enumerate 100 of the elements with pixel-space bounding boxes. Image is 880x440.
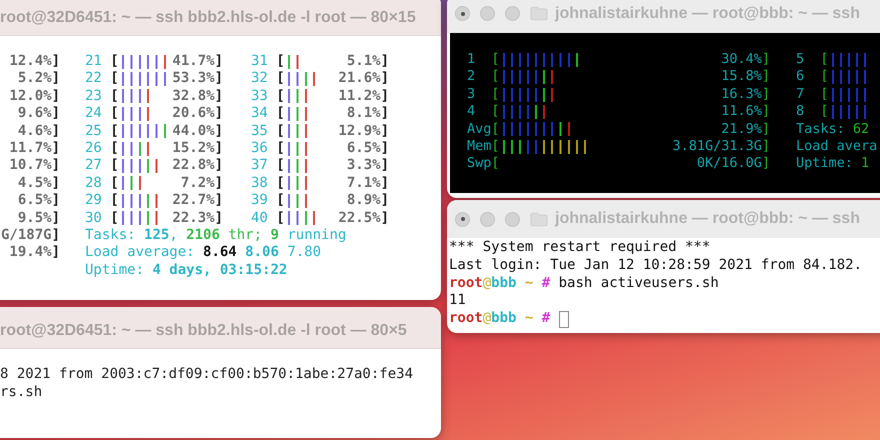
meter-bracket: [ [110, 122, 119, 140]
core-label: 3 [467, 86, 476, 104]
core-label: 8 [796, 103, 806, 121]
meter-bracket: ] [214, 122, 223, 140]
meter-bracket: [ [820, 68, 829, 86]
usage-percent: 30.4% [721, 51, 762, 68]
meter-bracket: [ [820, 103, 829, 121]
core-label: 36 [251, 140, 268, 158]
meter-bracket: [ [491, 155, 500, 173]
meter-bracket: [ [276, 122, 285, 140]
window-control-button[interactable] [455, 212, 470, 226]
core-label: 5 [796, 51, 806, 68]
status-line: Tasks: 62 [796, 120, 870, 138]
core-label: 40 [251, 210, 268, 227]
core-label: 28 [85, 174, 102, 192]
core-label: 29 [85, 192, 102, 210]
usage-reading: 19.4%] [8, 244, 60, 262]
usage-reading: 10.7%] [8, 157, 60, 175]
terminal-line: 8 2021 from 2003:c7:df09:cf00:b570:1abe:27a0:fe34 [0, 366, 414, 384]
core-label: 27 [85, 157, 102, 175]
window-control-button[interactable] [455, 6, 470, 21]
core-label: 23 [85, 88, 102, 106]
meter-bracket: ] [380, 174, 389, 192]
meter-bracket: [ [110, 105, 119, 123]
core-label: 22 [85, 70, 102, 88]
usage-percent: 6.5% [346, 140, 381, 158]
core-label: 35 [251, 122, 268, 140]
meter-bracket: [ [491, 103, 500, 121]
core-label: Avg [467, 120, 492, 138]
meter-bracket: [ [276, 88, 285, 106]
usage-percent: 7.1% [346, 174, 381, 192]
core-label: 37 [251, 157, 268, 175]
meter-bracket: ] [762, 51, 770, 68]
meter-bracket: [ [276, 53, 285, 70]
meter-bracket: ] [214, 70, 223, 88]
core-label: Swp [467, 155, 492, 173]
meter-bracket: [ [276, 210, 285, 227]
meter-bracket: ] [380, 140, 389, 158]
usage-reading: 6.5%] [16, 192, 60, 210]
status-line: Uptime: 1 [796, 155, 870, 173]
usage-percent: 8.1% [346, 105, 381, 123]
core-label: 1 [467, 51, 476, 68]
usage-percent: 0K/16.0G [696, 155, 762, 173]
usage-reading: 4.5%] [16, 174, 60, 192]
terminal-line: 11 [449, 292, 466, 310]
status-line: Load avera [796, 138, 878, 156]
meter-bracket: ] [214, 53, 223, 70]
window-title: root@32D6451: ~ — ssh bbb2.hls-ol.de -l root — 80×15 [0, 8, 416, 26]
meter-bracket: [ [276, 157, 285, 175]
meter-bracket: [ [820, 86, 829, 104]
meter-bracket: ] [214, 192, 223, 210]
core-label: 6 [796, 68, 806, 86]
core-label: 24 [85, 105, 102, 123]
usage-percent: 21.9% [721, 120, 762, 138]
usage-reading: 4.6%] [16, 122, 60, 140]
meter-bracket: [ [110, 53, 119, 70]
usage-percent: 41.7% [172, 53, 215, 70]
meter-bracket: [ [110, 174, 119, 192]
usage-percent: 32.8% [172, 88, 215, 106]
text-cursor [558, 310, 569, 328]
meter-bracket: ] [380, 192, 389, 210]
core-label: 31 [251, 53, 268, 70]
meter-bracket: [ [491, 68, 500, 86]
status-line: Tasks: 125, 2106 thr; 9 running [85, 226, 348, 244]
core-label: 38 [251, 174, 268, 192]
core-label: 34 [251, 105, 268, 123]
window-title: johnalistairkuhne — root@bbb: ~ — ssh [555, 210, 860, 228]
meter-bracket: [ [491, 51, 500, 68]
usage-reading: 9.5%] [16, 210, 60, 227]
meter-bracket: ] [380, 105, 389, 123]
window-title: root@32D6451: ~ — ssh bbb2.hls-ol.de -l root — 80×5 [0, 320, 407, 340]
usage-reading: G/187G] [0, 226, 60, 244]
core-label: 2 [467, 68, 476, 86]
meter-bracket: ] [380, 157, 389, 175]
window-title: johnalistairkuhne — root@bbb: ~ — ssh [555, 4, 860, 22]
meter-bracket: ] [214, 210, 223, 227]
meter-bracket: [ [276, 105, 285, 123]
meter-bracket: ] [762, 68, 770, 86]
usage-percent: 16.3% [721, 86, 762, 104]
meter-bracket: ] [762, 155, 770, 173]
usage-percent: 44.0% [172, 122, 215, 140]
meter-bracket: ] [762, 120, 770, 138]
meter-bracket: ] [380, 210, 389, 227]
meter-bracket: ] [214, 105, 223, 123]
core-label: 21 [85, 53, 102, 70]
usage-percent: 53.3% [172, 70, 215, 88]
meter-bracket: [ [276, 192, 285, 210]
meter-bracket: ] [214, 174, 223, 192]
core-label: 7 [796, 86, 806, 104]
meter-bracket: [ [110, 192, 119, 210]
core-label: 26 [85, 140, 102, 158]
core-label: 25 [85, 122, 102, 140]
usage-percent: 11.2% [338, 88, 381, 106]
core-label: Mem [467, 138, 492, 156]
usage-percent: 20.6% [172, 105, 215, 123]
terminal-line: Last login: Tue Jan 12 10:28:59 2021 from 84.182. [449, 256, 862, 275]
meter-bracket: ] [380, 122, 389, 140]
core-label: 4 [467, 103, 476, 121]
meter-bracket: [ [276, 70, 285, 88]
usage-percent: 7.2% [180, 174, 215, 192]
